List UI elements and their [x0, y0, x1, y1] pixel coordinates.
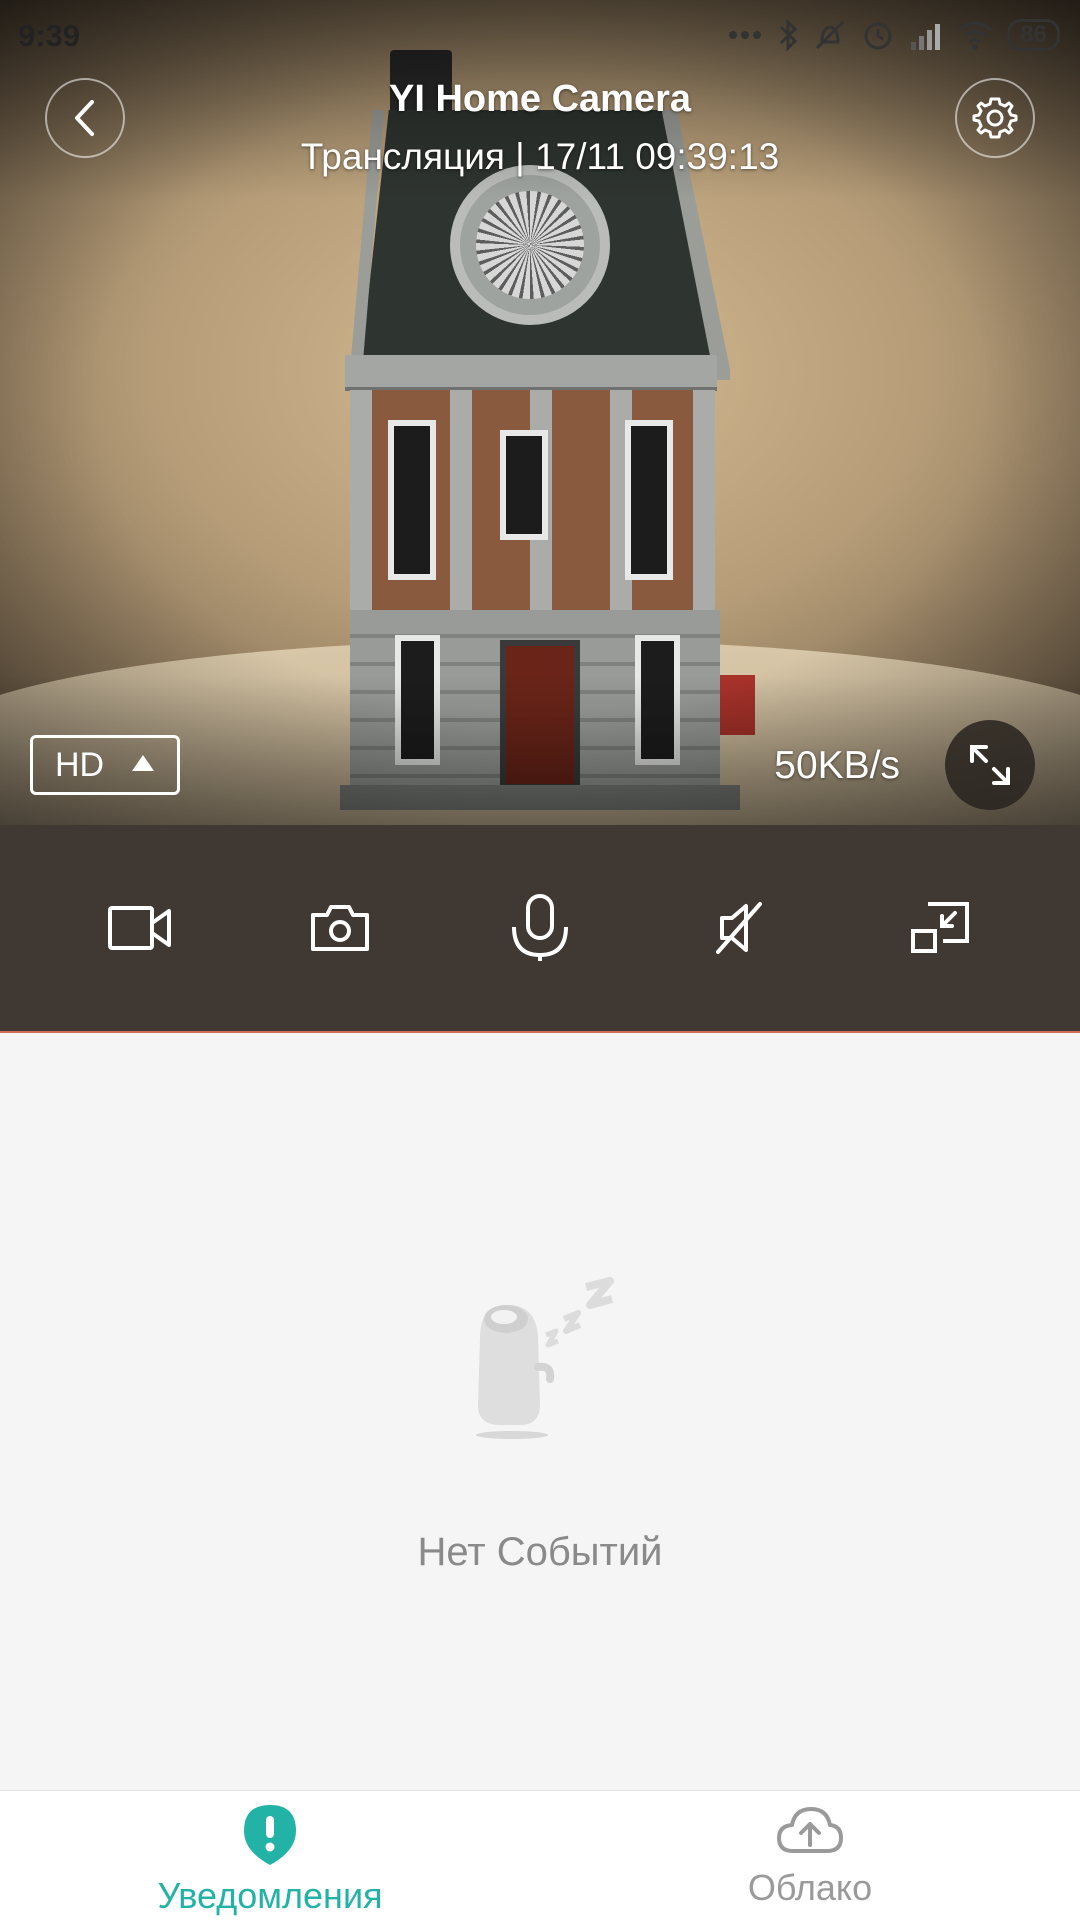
mute-button[interactable]	[685, 873, 795, 983]
tab-cloud[interactable]: Облако	[540, 1791, 1080, 1920]
speaker-muted-icon	[716, 902, 762, 954]
app-root: 9:39 86 YI Home Camera Трансляция | 17/1…	[0, 0, 1080, 1920]
alert-icon	[244, 1805, 296, 1865]
camera-live-feed[interactable]: 9:39 86 YI Home Camera Трансляция | 17/1…	[0, 0, 1080, 825]
caret-up-icon	[132, 755, 155, 771]
chevron-left-icon	[75, 100, 94, 136]
microphone-icon	[512, 894, 568, 961]
events-panel: Нет Событий	[0, 1035, 1080, 1790]
quality-label: HD	[55, 745, 105, 784]
page-title: YI Home Camera	[388, 78, 691, 120]
vibrate-off-icon	[816, 20, 845, 50]
expand-icon	[970, 745, 1010, 785]
picture-in-picture-icon	[911, 902, 969, 953]
sleeping-robot-icon	[476, 1277, 614, 1439]
cloud-upload-icon	[777, 1807, 843, 1853]
video-camera-icon	[108, 906, 171, 950]
bottom-navigation: Уведомления Облако	[0, 1790, 1080, 1920]
camera-control-bar	[0, 825, 1080, 1033]
wifi-icon	[958, 21, 993, 50]
status-time: 9:39	[18, 18, 81, 53]
bitrate-readout: 50KB/s	[774, 744, 900, 787]
stream-subtitle: Трансляция | 17/11 09:39:13	[300, 136, 780, 177]
bluetooth-icon	[780, 18, 798, 52]
snapshot-button[interactable]	[285, 873, 395, 983]
battery-indicator: 86	[1007, 19, 1060, 51]
talk-button[interactable]	[485, 873, 595, 983]
photo-camera-icon	[311, 905, 369, 951]
gear-icon	[972, 97, 1018, 139]
status-icons: 86	[727, 18, 1060, 52]
signal-icon	[911, 24, 941, 50]
record-video-button[interactable]	[85, 873, 195, 983]
tab-notifications-label: Уведомления	[157, 1875, 383, 1916]
minimize-button[interactable]	[885, 873, 995, 983]
tab-notifications[interactable]: Уведомления	[0, 1791, 540, 1920]
settings-button[interactable]	[955, 78, 1035, 158]
fullscreen-button[interactable]	[945, 720, 1035, 810]
empty-state-text: Нет Событий	[417, 1530, 663, 1574]
quality-selector[interactable]: HD	[30, 735, 180, 795]
back-button[interactable]	[45, 78, 125, 158]
status-bar: 9:39 86	[0, 0, 1080, 70]
alarm-icon	[864, 22, 892, 50]
tab-cloud-label: Облако	[747, 1867, 873, 1908]
more-dots-icon	[729, 31, 762, 39]
